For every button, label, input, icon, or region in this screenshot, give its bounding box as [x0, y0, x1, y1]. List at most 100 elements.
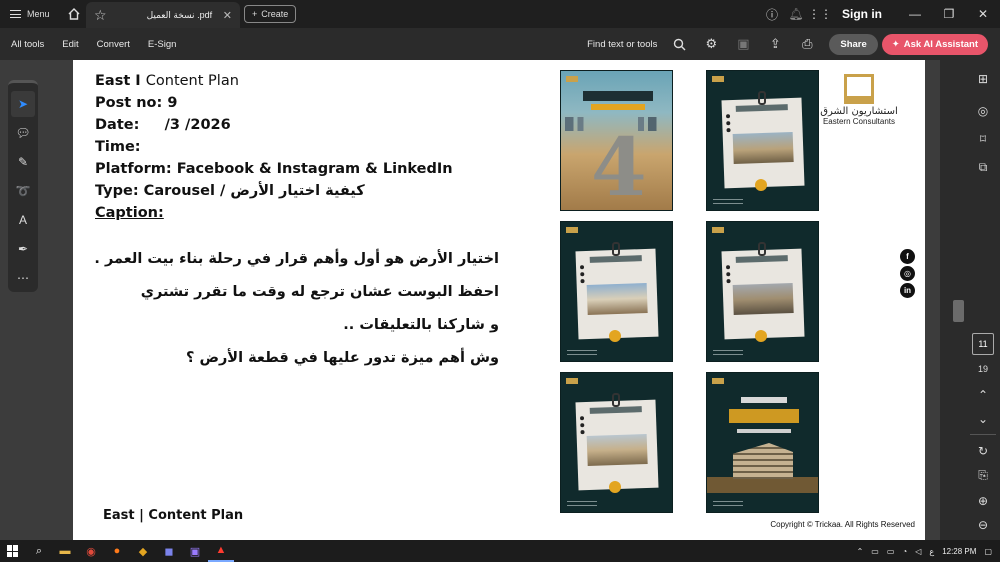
start-button[interactable]	[0, 540, 26, 562]
restore-icon[interactable]: ❐	[932, 0, 966, 28]
close-window-icon[interactable]: ✕	[966, 0, 1000, 28]
menu-edit[interactable]: Edit	[53, 39, 87, 50]
add-comment-icon[interactable]: 💬︎	[11, 120, 35, 146]
system-tray: ⌃ ▭ ▭ ◔ ◁ ع 12:28 PM ▢	[857, 540, 992, 562]
caption-text: اختيار الأرض هو أول وأهم قرار في رحلة بن…	[79, 243, 499, 375]
sign-in-button[interactable]: Sign in	[832, 7, 898, 21]
ai-tools-icon[interactable]: ⚙︎	[697, 28, 725, 60]
chrome-icon[interactable]: ◉	[78, 540, 104, 562]
more-tools-icon[interactable]: ⋯	[11, 265, 35, 291]
mini-logo-mark	[566, 227, 578, 233]
binder-clip-graphic	[758, 242, 766, 256]
file-explorer-icon[interactable]: ▬	[52, 540, 78, 562]
mini-logo-mark	[712, 76, 724, 82]
find-text-label[interactable]: Find text or tools	[587, 39, 657, 50]
clock-time[interactable]: 12:28 PM	[942, 547, 976, 556]
select-cursor-icon[interactable]: ➤	[11, 91, 35, 117]
carousel-slide-closing	[706, 372, 819, 513]
binder-clip-graphic	[612, 242, 620, 256]
slide-contact-footer	[713, 199, 743, 204]
upload-cloud-icon[interactable]: ⇪	[761, 28, 789, 60]
slide-headline	[583, 91, 653, 101]
app-icon[interactable]: ▣	[182, 540, 208, 562]
plus-icon: +	[252, 9, 258, 19]
search-taskbar-icon[interactable]: ⌕	[26, 540, 52, 562]
app-icon[interactable]: ◆	[130, 540, 156, 562]
notification-bell-icon[interactable]: 🔔︎	[784, 0, 808, 28]
notifications-icon[interactable]: ▢	[984, 547, 992, 556]
rotate-icon[interactable]: ↻	[972, 440, 994, 462]
input-language[interactable]: ع	[929, 547, 934, 556]
slide-subheadline	[591, 104, 645, 110]
star-icon[interactable]: ☆	[94, 7, 107, 24]
scrollbar-thumb[interactable]	[953, 300, 964, 322]
caption-line: وش أهم ميزة تدور عليها في قطعة الأرض ؟	[185, 350, 499, 366]
slide-paper-card	[721, 248, 805, 340]
menu-convert[interactable]: Convert	[88, 39, 139, 50]
draw-lasso-icon[interactable]: ➰	[11, 178, 35, 204]
post-number: Post no: 9	[95, 95, 178, 111]
mini-logo-mark	[712, 378, 724, 384]
carousel-slide	[560, 372, 673, 513]
text-select-icon[interactable]: A	[11, 207, 35, 233]
zoom-in-icon[interactable]: ⊕	[972, 490, 994, 512]
main-toolbar: All tools Edit Convert E-Sign Find text …	[0, 28, 1000, 60]
logo-mark-icon	[844, 74, 874, 104]
page-up-icon[interactable]: ⌃	[972, 384, 994, 406]
binder-clip-graphic	[758, 91, 766, 105]
save-icon[interactable]: ▣	[729, 28, 757, 60]
help-icon[interactable]: ⓘ	[760, 0, 784, 28]
share-button[interactable]: Share	[829, 33, 878, 55]
apps-grid-icon[interactable]: ⋮⋮	[808, 0, 832, 28]
bookmark-icon[interactable]: ⌑	[972, 128, 994, 150]
post-type: Type: Carousel / كيفية اختيار الأرض	[95, 180, 535, 202]
copilot-icon[interactable]: ◎	[972, 100, 994, 122]
create-button[interactable]: + Create	[244, 5, 297, 23]
hamburger-icon	[10, 10, 21, 18]
volume-icon[interactable]: ◁	[915, 547, 921, 556]
building-graphic	[733, 443, 793, 479]
highlight-pen-icon[interactable]: ✎	[11, 149, 35, 175]
slide-contact-footer	[567, 350, 597, 355]
network-icon[interactable]: ▭	[871, 547, 879, 556]
type-arabic: كيفية اختيار الأرض	[230, 183, 365, 199]
teams-icon[interactable]: ◼	[156, 540, 182, 562]
slide-subheadline	[737, 429, 791, 433]
menu-all-tools[interactable]: All tools	[0, 39, 53, 50]
slide-number-badge	[755, 179, 767, 191]
pdf-page: East I Content Plan Post no: 9 Date: /3 …	[73, 60, 925, 540]
left-tool-rail: ➤ 💬︎ ✎ ➰ A ✒ ⋯	[8, 80, 38, 292]
search-icon[interactable]	[665, 28, 693, 60]
current-page-input[interactable]: 11	[972, 333, 994, 355]
save-page-icon[interactable]: ⎘	[972, 464, 994, 486]
wifi-icon[interactable]: ◔	[902, 547, 907, 556]
caption-line: و شاركنا بالتعليقات ..	[343, 317, 499, 333]
tray-overflow-icon[interactable]: ⌃	[857, 547, 864, 556]
acrobat-icon[interactable]: ▲	[208, 540, 234, 562]
slide-headline	[741, 397, 787, 403]
page-down-icon[interactable]: ⌄	[972, 408, 994, 430]
display-icon[interactable]: ▭	[887, 547, 895, 556]
menu-label: Menu	[27, 9, 50, 19]
toolbar-right: Find text or tools ⚙︎ ▣ ⇪ ⎙ Share ✦ Ask …	[587, 28, 988, 60]
zoom-out-icon[interactable]: ⊖	[972, 514, 994, 536]
carousel-slide	[560, 221, 673, 362]
menu-button[interactable]: Menu	[0, 0, 60, 28]
page-footer-left: East | Content Plan	[103, 508, 244, 523]
add-comment-panel-icon[interactable]: ⊞	[972, 68, 994, 90]
ask-ai-button[interactable]: ✦ Ask AI Assistant	[881, 33, 988, 55]
print-icon[interactable]: ⎙	[793, 28, 821, 60]
slide-contact-footer	[567, 501, 597, 506]
document-tab[interactable]: ☆ نسخة العميل .pdf ✕	[86, 2, 240, 28]
brand-wordmark-graphic	[729, 409, 799, 423]
firefox-icon[interactable]: ●	[104, 540, 130, 562]
post-platform: Platform: Facebook & Instagram & LinkedI…	[95, 161, 453, 177]
pages-icon[interactable]: ⧉	[972, 156, 994, 178]
menu-esign[interactable]: E-Sign	[139, 39, 186, 50]
signature-pen-icon[interactable]: ✒	[11, 236, 35, 262]
titlebar-right: ⓘ 🔔︎ ⋮⋮ Sign in — ❐ ✕	[760, 0, 1000, 28]
home-icon[interactable]	[60, 0, 88, 28]
minimize-icon[interactable]: —	[898, 0, 932, 28]
close-tab-icon[interactable]: ✕	[223, 9, 232, 22]
carousel-slide	[706, 70, 819, 211]
